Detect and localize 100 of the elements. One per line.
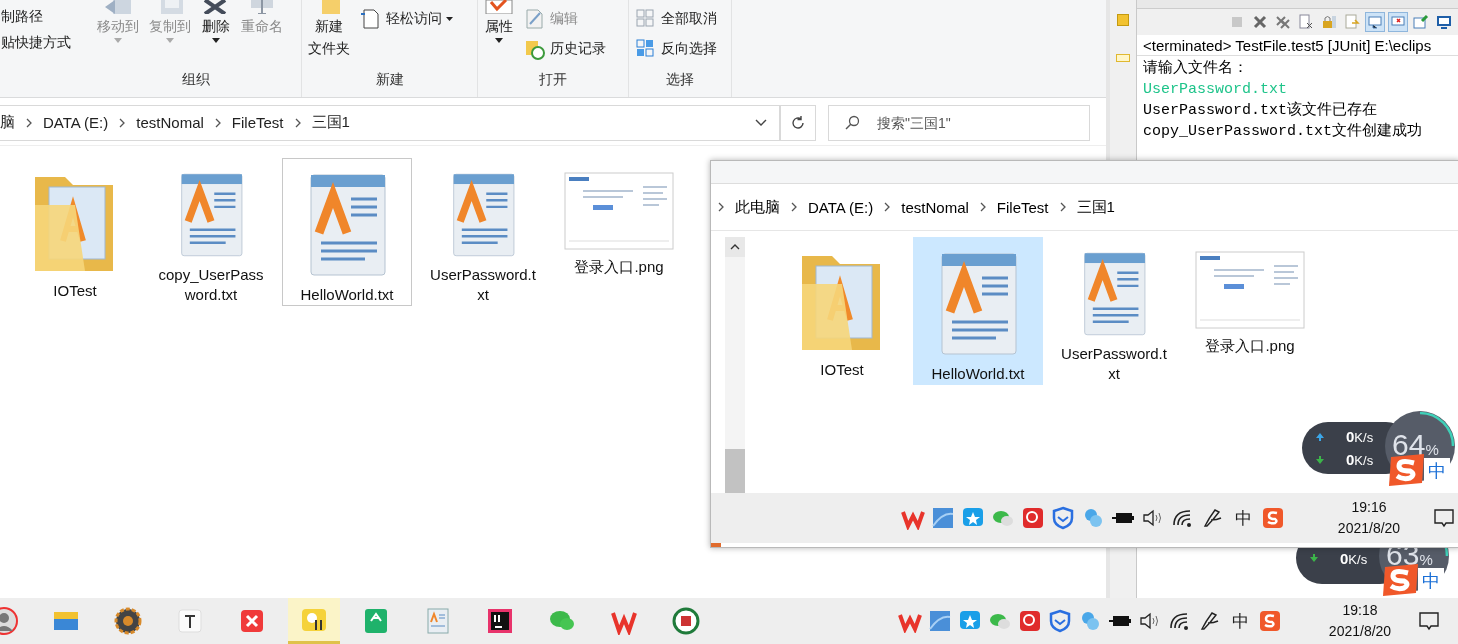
percent-sign: % — [1425, 441, 1439, 458]
clock[interactable]: 19:16 2021/8/20 — [1331, 497, 1407, 539]
ime-indicator[interactable]: 中 — [1424, 458, 1450, 484]
move-icon — [103, 0, 133, 14]
breadcrumb[interactable]: testNomal — [136, 114, 204, 131]
chevron-icon — [1058, 201, 1067, 213]
picture-icon[interactable] — [931, 506, 955, 530]
ribbon-group-label: 选择 — [665, 71, 695, 89]
caret-icon — [212, 38, 220, 43]
chevron-icon — [118, 116, 127, 129]
caret-icon — [495, 38, 503, 43]
percent-sign: % — [1419, 551, 1433, 568]
x-icon[interactable] — [238, 607, 266, 635]
scrollbar-thumb[interactable] — [725, 449, 745, 493]
ribbon-button[interactable]: 贴快捷方式 — [1, 34, 91, 52]
square-app-icon[interactable] — [1021, 506, 1045, 530]
file-item[interactable]: HelloWorld.txt — [282, 158, 412, 306]
breadcrumb[interactable]: DATA (E:) — [808, 198, 874, 216]
ribbon-group-label: 新建 — [374, 71, 405, 89]
taskbar-indicator — [711, 543, 721, 547]
address-bar[interactable]: 脑 DATA (E:) testNomal FileTest 三国1 — [0, 104, 780, 141]
round-badge-icon[interactable] — [672, 607, 700, 635]
memory-percent: 64 — [1392, 428, 1426, 462]
scrollbar[interactable] — [725, 237, 745, 493]
ime-indicator[interactable]: 中 — [1231, 506, 1255, 530]
ribbon-button[interactable]: 反向选择 — [635, 38, 717, 60]
refresh-icon — [790, 114, 806, 131]
image-thumbnail-icon — [563, 171, 675, 251]
clock[interactable]: 19:18 2021/8/20 — [1322, 600, 1398, 642]
caret-icon — [114, 38, 122, 43]
console-line: 请输入文件名： — [1143, 58, 1249, 79]
caret-icon — [166, 38, 174, 43]
console-line: UserPassword.txt该文件已存在 — [1143, 100, 1379, 121]
chevron-icon — [883, 201, 892, 213]
s-logo-icon[interactable] — [1258, 609, 1282, 633]
ribbon-button[interactable]: 全部取消 — [635, 8, 717, 30]
image-thumbnail-icon — [1194, 250, 1306, 330]
file-item[interactable]: IOTest — [777, 237, 907, 385]
breadcrumb[interactable]: 三国1 — [1076, 197, 1115, 217]
ij-icon[interactable] — [486, 607, 514, 635]
ribbon-button[interactable]: 制路径 — [1, 8, 91, 26]
pdf-icon[interactable] — [362, 607, 390, 635]
ribbon-button[interactable]: 新建 文件夹 — [308, 0, 350, 58]
picture-icon[interactable] — [928, 609, 952, 633]
select-none-icon — [635, 8, 657, 30]
square-app-icon[interactable] — [1018, 609, 1042, 633]
file-item[interactable]: 登录入口.png — [1185, 237, 1315, 385]
file-item[interactable]: UserPassword.txt — [418, 158, 548, 306]
ribbon-button[interactable]: 属性 — [484, 0, 514, 43]
chevron-icon — [25, 116, 33, 129]
chevron-icon — [790, 201, 798, 213]
address-bar[interactable]: 此电脑 DATA (E:) testNomal FileTest 三国1 — [711, 184, 1458, 231]
chevron-icon — [293, 116, 302, 129]
clock-time: 19:18 — [1342, 601, 1378, 620]
dropdown-chevron-icon[interactable] — [755, 118, 767, 127]
search-field[interactable]: 搜索"三国1" — [828, 104, 1090, 141]
clock-time: 19:16 — [1351, 498, 1387, 517]
gear-icon[interactable] — [114, 607, 142, 635]
file-item[interactable]: HelloWorld.txt — [913, 237, 1043, 385]
breadcrumb[interactable]: FileTest — [231, 114, 284, 131]
download-arrow-icon — [1316, 455, 1324, 464]
breadcrumb[interactable]: FileTest — [996, 198, 1049, 216]
console-line: copy_UserPassword.txt文件创建成功 — [1143, 121, 1424, 142]
console-status: <terminated> TestFile.test5 [JUnit] E:\eclips — [1137, 35, 1458, 56]
breadcrumb[interactable]: 此电脑 — [735, 197, 780, 217]
bar-icon — [1116, 54, 1130, 62]
refresh-button[interactable] — [780, 104, 816, 141]
history-icon — [524, 38, 546, 60]
upload-arrow-icon — [1316, 432, 1324, 441]
chevron-icon — [213, 116, 222, 129]
file-item[interactable]: copy_UserPassword.txt — [146, 158, 276, 306]
edit-icon — [524, 8, 546, 30]
ribbon-button[interactable]: 删除 — [201, 0, 231, 43]
document-icon — [360, 8, 382, 30]
console-line: UserPassword.txt — [1143, 80, 1289, 100]
ime-indicator[interactable]: 中 — [1228, 609, 1252, 633]
text-document-icon[interactable] — [424, 607, 452, 635]
clock-date: 2021/8/20 — [1337, 519, 1401, 538]
chevron-icon — [717, 201, 725, 213]
clock-date: 2021/8/20 — [1328, 622, 1392, 641]
chevron-icon — [978, 201, 987, 213]
download-speed: 0K/s — [1346, 451, 1374, 468]
t-icon[interactable] — [176, 607, 204, 635]
breadcrumb[interactable]: testNomal — [901, 198, 969, 216]
file-item[interactable]: IOTest — [10, 158, 140, 306]
breadcrumb[interactable]: 脑 — [0, 113, 15, 132]
ime-indicator[interactable]: 中 — [1418, 568, 1444, 594]
shield-icon[interactable] — [1048, 609, 1072, 633]
file-item[interactable]: UserPassword.txt — [1049, 237, 1179, 385]
s-logo-icon[interactable] — [1261, 506, 1285, 530]
notification-icon[interactable] — [1418, 610, 1440, 632]
file-item[interactable]: 登录入口.png — [554, 158, 684, 306]
breadcrumb[interactable]: DATA (E:) — [43, 114, 109, 131]
breadcrumb[interactable]: 三国1 — [311, 113, 350, 132]
ribbon-group-label: 打开 — [538, 71, 568, 89]
notification-icon[interactable] — [1433, 507, 1455, 529]
ribbon-button[interactable]: 历史记录 — [524, 38, 606, 60]
caret-icon — [446, 17, 453, 21]
ribbon-button[interactable]: 轻松访问 — [360, 8, 453, 30]
shield-icon[interactable] — [1051, 506, 1075, 530]
